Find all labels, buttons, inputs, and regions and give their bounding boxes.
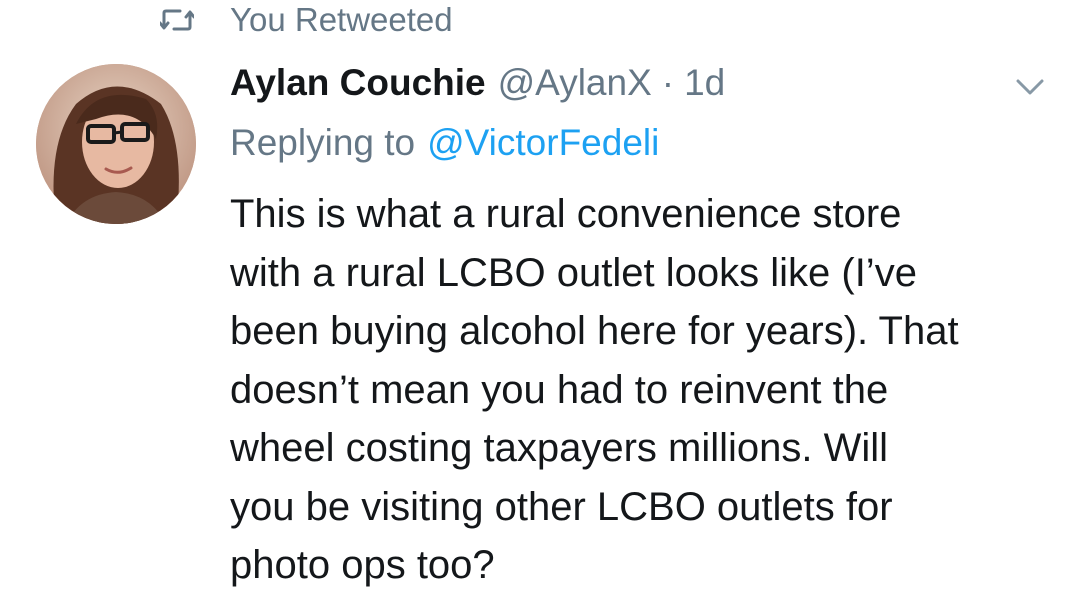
chevron-down-icon[interactable] — [1012, 72, 1048, 102]
reply-handle-link[interactable]: @VictorFedeli — [427, 122, 659, 164]
retweet-label: You Retweeted — [230, 1, 453, 38]
tweet-text-line: wheel costing taxpayers millions. Will — [230, 426, 889, 470]
display-name[interactable]: Aylan Couchie — [230, 62, 486, 104]
reply-context: Replying to @VictorFedeli — [230, 118, 659, 168]
tweet-timestamp[interactable]: 1d — [684, 62, 725, 104]
tweet-text-line: photo ops too? — [230, 543, 495, 587]
reply-prefix: Replying to — [230, 122, 416, 163]
avatar[interactable] — [36, 64, 196, 224]
separator-dot: · — [661, 62, 675, 103]
tweet-text-line: doesn’t mean you had to reinvent the — [230, 367, 889, 412]
tweet-text: This is what a rural convenience store w… — [230, 185, 1050, 595]
tweet-text-line: with a rural LCBO outlet looks like (I’v… — [230, 250, 917, 295]
retweet-header: You Retweeted — [158, 0, 453, 40]
tweet-text-line: This is what a rural convenience store — [230, 192, 902, 236]
tweet-text-line: been buying alcohol here for years). Tha… — [230, 309, 959, 353]
tweet-header: Aylan Couchie @AylanX · 1d — [230, 58, 725, 108]
tweet-text-line: you be visiting other LCBO outlets for — [230, 484, 893, 529]
retweet-icon — [158, 7, 196, 33]
user-handle[interactable]: @AylanX — [498, 62, 652, 104]
